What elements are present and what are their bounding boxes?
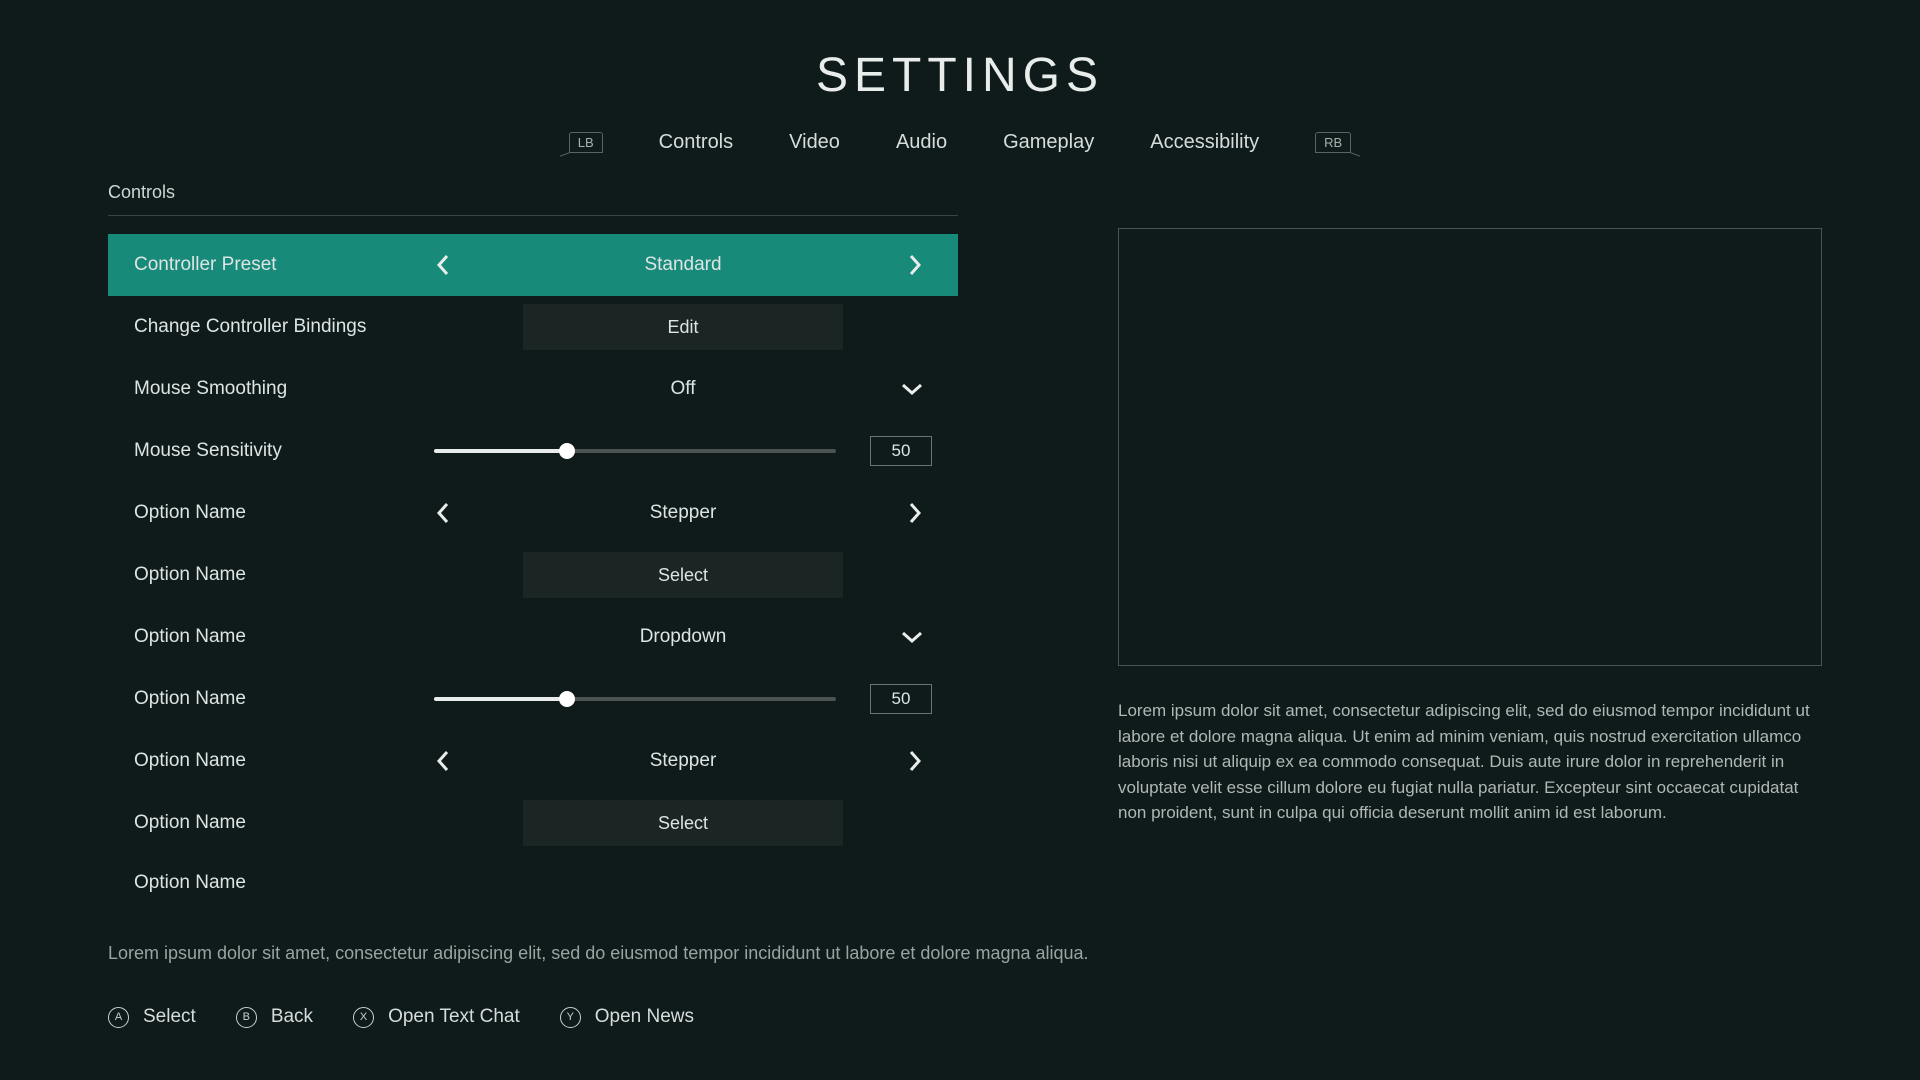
option-generic-stepper-1[interactable]: Option Name Stepper [108,482,958,544]
tab-controls[interactable]: Controls [659,131,733,154]
hint-text: Lorem ipsum dolor sit amet, consectetur … [108,943,1089,964]
a-button-icon: A [108,1007,129,1028]
option-label: Change Controller Bindings [134,316,434,338]
option-label: Option Name [134,688,434,710]
prompt-label: Select [143,1006,196,1028]
edit-button[interactable]: Edit [523,304,843,350]
option-label: Option Name [134,502,434,524]
stepper-value: Standard [644,254,721,276]
slider-track[interactable] [434,697,836,701]
option-mouse-smoothing[interactable]: Mouse Smoothing Off [108,358,958,420]
slider-value: 50 [870,684,932,714]
slider-thumb[interactable] [559,691,575,707]
chevron-left-icon[interactable] [434,500,452,526]
section-label: Controls [108,182,958,216]
bumper-lb-icon[interactable]: LB [569,132,603,153]
option-change-bindings[interactable]: Change Controller Bindings Edit [108,296,958,358]
option-label: Option Name [134,564,434,586]
option-label: Mouse Smoothing [134,378,434,400]
option-label: Option Name [134,626,434,648]
slider-fill [434,697,567,701]
description-text: Lorem ipsum dolor sit amet, consectetur … [1118,698,1822,826]
option-generic-slider-1[interactable]: Option Name 50 [108,668,958,730]
chevron-right-icon[interactable] [906,748,924,774]
tab-audio[interactable]: Audio [896,131,947,154]
option-label: Option Name [134,750,434,772]
option-generic-select-1[interactable]: Option Name Select [108,544,958,606]
option-label: Option Name [134,812,434,834]
tab-gameplay[interactable]: Gameplay [1003,131,1094,154]
prompt-back: B Back [236,1006,313,1028]
prompt-label: Open News [595,1006,694,1028]
option-label: Mouse Sensitivity [134,440,434,462]
x-button-icon: X [353,1007,374,1028]
prompt-label: Back [271,1006,313,1028]
option-generic-stepper-2[interactable]: Option Name Stepper [108,730,958,792]
b-button-icon: B [236,1007,257,1028]
option-label: Controller Preset [134,254,434,276]
y-button-icon: Y [560,1007,581,1028]
select-button[interactable]: Select [523,800,843,846]
dropdown-value: Off [671,378,696,400]
footer-prompts: A Select B Back X Open Text Chat Y Open … [108,1006,694,1028]
stepper-value: Stepper [650,750,717,772]
tab-video[interactable]: Video [789,131,840,154]
slider-track[interactable] [434,449,836,453]
chevron-right-icon[interactable] [906,252,924,278]
stepper-value: Stepper [650,502,717,524]
chevron-down-icon[interactable] [900,630,924,644]
prompt-select: A Select [108,1006,196,1028]
option-label: Option Name [134,872,434,894]
prompt-text-chat: X Open Text Chat [353,1006,520,1028]
slider-thumb[interactable] [559,443,575,459]
tabs-row: LB Controls Video Audio Gameplay Accessi… [0,131,1920,182]
option-generic-dropdown-1[interactable]: Option Name Dropdown [108,606,958,668]
dropdown-value: Dropdown [640,626,727,648]
chevron-left-icon[interactable] [434,252,452,278]
prompt-news: Y Open News [560,1006,694,1028]
options-list: Controller Preset Standard Change Contro… [108,234,958,896]
slider-value: 50 [870,436,932,466]
option-mouse-sensitivity[interactable]: Mouse Sensitivity 50 [108,420,958,482]
prompt-label: Open Text Chat [388,1006,520,1028]
chevron-down-icon[interactable] [900,382,924,396]
option-generic-select-2[interactable]: Option Name Select [108,792,958,854]
tab-accessibility[interactable]: Accessibility [1150,131,1259,154]
page-title: SETTINGS [0,0,1920,131]
chevron-left-icon[interactable] [434,748,452,774]
option-controller-preset[interactable]: Controller Preset Standard [108,234,958,296]
bumper-rb-icon[interactable]: RB [1315,132,1351,153]
chevron-right-icon[interactable] [906,500,924,526]
select-button[interactable]: Select [523,552,843,598]
preview-box [1118,228,1822,666]
slider-fill [434,449,567,453]
option-generic-partial[interactable]: Option Name [108,854,958,896]
